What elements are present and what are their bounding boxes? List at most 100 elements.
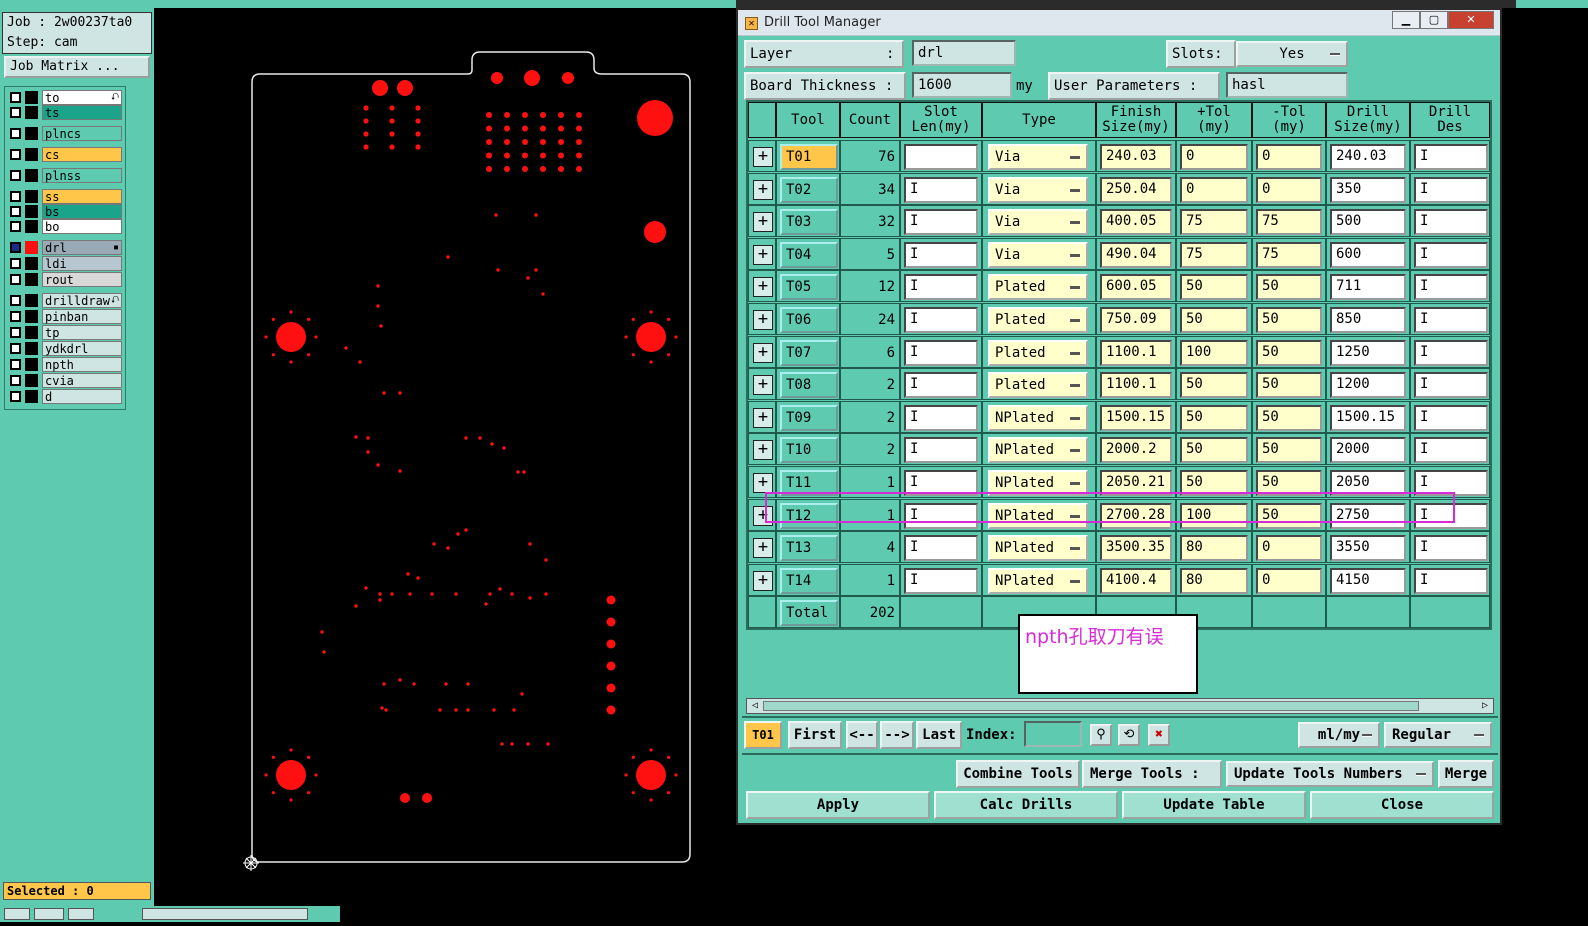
drill-des-input[interactable]: Ι bbox=[1414, 339, 1488, 366]
drill-des-input[interactable]: Ι bbox=[1414, 470, 1488, 496]
drill-des-input[interactable]: Ι bbox=[1414, 209, 1488, 236]
drill-des-input[interactable]: Ι bbox=[1414, 372, 1488, 399]
type-select[interactable]: NPlated bbox=[988, 437, 1088, 464]
drill-size-input[interactable]: 600 bbox=[1330, 241, 1406, 268]
drill-size-input[interactable]: 2050 bbox=[1330, 470, 1406, 496]
layer-checkbox[interactable] bbox=[10, 149, 21, 160]
minus-tol-input[interactable]: 75 bbox=[1256, 209, 1322, 236]
drill-size-input[interactable]: 240.03 bbox=[1330, 144, 1406, 170]
merge-button[interactable]: Merge bbox=[1438, 760, 1494, 788]
bottom-tab-3[interactable] bbox=[68, 908, 94, 920]
minimize-icon[interactable]: ▁ bbox=[1392, 11, 1420, 29]
units-select[interactable]: ml/my bbox=[1298, 722, 1380, 748]
plus-tol-input[interactable]: 75 bbox=[1180, 209, 1248, 236]
slot-length-input[interactable]: Ι bbox=[904, 470, 978, 496]
bottom-tab-1[interactable] bbox=[4, 908, 30, 920]
layer-row[interactable]: bs bbox=[5, 204, 125, 219]
tool-button[interactable]: T03 bbox=[780, 209, 838, 236]
layer-row[interactable]: ts bbox=[5, 105, 125, 120]
layer-row[interactable]: to ⮏ bbox=[5, 90, 125, 105]
minus-tol-input[interactable]: 0 bbox=[1256, 176, 1322, 203]
plus-tol-input[interactable]: 100 bbox=[1180, 502, 1248, 529]
type-select[interactable]: NPlated bbox=[988, 470, 1088, 496]
delete-icon[interactable]: ✖ bbox=[1148, 724, 1170, 746]
horizontal-scrollbar[interactable]: ◁ ▷ bbox=[746, 698, 1494, 714]
type-select[interactable]: NPlated bbox=[988, 502, 1088, 529]
scrollbar-thumb[interactable] bbox=[763, 701, 1419, 711]
tool-button[interactable]: T10 bbox=[780, 437, 838, 464]
layer-checkbox[interactable] bbox=[10, 206, 21, 217]
drill-size-input[interactable]: 4150 bbox=[1330, 567, 1406, 594]
expand-row-icon[interactable]: + bbox=[753, 440, 773, 461]
tool-button[interactable]: T09 bbox=[780, 404, 838, 431]
layer-row[interactable]: plncs bbox=[5, 126, 125, 141]
type-select[interactable]: Via bbox=[988, 209, 1088, 236]
plus-tol-input[interactable]: 50 bbox=[1180, 307, 1248, 333]
layer-row[interactable]: ydkdrl bbox=[5, 341, 125, 356]
type-select[interactable]: NPlated bbox=[988, 535, 1088, 562]
layer-row[interactable]: plnss bbox=[5, 168, 125, 183]
expand-row-icon[interactable]: + bbox=[753, 473, 773, 493]
layer-checkbox[interactable] bbox=[10, 191, 21, 202]
type-select[interactable]: Via bbox=[988, 176, 1088, 203]
update-tools-numbers-select[interactable]: Update Tools Numbers bbox=[1226, 761, 1434, 787]
tool-button[interactable]: T06 bbox=[780, 307, 838, 333]
layer-checkbox[interactable] bbox=[10, 242, 21, 253]
type-select[interactable]: NPlated bbox=[988, 404, 1088, 431]
drill-size-input[interactable]: 711 bbox=[1330, 274, 1406, 301]
plus-tol-input[interactable]: 80 bbox=[1180, 535, 1248, 562]
expand-row-icon[interactable]: + bbox=[753, 342, 773, 363]
expand-row-icon[interactable]: + bbox=[753, 570, 773, 591]
mode-select[interactable]: Regular bbox=[1384, 722, 1492, 748]
minus-tol-input[interactable]: 50 bbox=[1256, 307, 1322, 333]
finish-size-input[interactable]: 2700.28 bbox=[1100, 502, 1172, 529]
expand-row-icon[interactable]: + bbox=[753, 212, 773, 233]
layer-row[interactable]: cs bbox=[5, 147, 125, 162]
layer-row[interactable]: ss bbox=[5, 189, 125, 204]
finish-size-input[interactable]: 1100.1 bbox=[1100, 339, 1172, 366]
slot-length-input[interactable]: Ι bbox=[904, 241, 978, 268]
plus-tol-input[interactable]: 50 bbox=[1180, 437, 1248, 464]
layer-checkbox[interactable] bbox=[10, 359, 21, 370]
refresh-icon[interactable]: ⟲ bbox=[1118, 724, 1140, 746]
close-button[interactable]: Close bbox=[1310, 791, 1494, 819]
finish-size-input[interactable]: 2050.21 bbox=[1100, 470, 1172, 496]
drill-size-input[interactable]: 2750 bbox=[1330, 502, 1406, 529]
bottom-tab-2[interactable] bbox=[34, 908, 64, 920]
layer-checkbox[interactable] bbox=[10, 107, 21, 118]
slot-length-input[interactable]: Ι bbox=[904, 404, 978, 431]
drill-size-input[interactable]: 2000 bbox=[1330, 437, 1406, 464]
expand-row-icon[interactable]: + bbox=[753, 375, 773, 396]
expand-row-icon[interactable]: + bbox=[753, 179, 773, 200]
drill-size-input[interactable]: 1250 bbox=[1330, 339, 1406, 366]
slot-length-input[interactable]: Ι bbox=[904, 307, 978, 333]
layer-checkbox[interactable] bbox=[10, 311, 21, 322]
type-select[interactable]: Plated bbox=[988, 372, 1088, 399]
type-select[interactable]: Via bbox=[988, 241, 1088, 268]
plus-tol-input[interactable]: 75 bbox=[1180, 241, 1248, 268]
index-input[interactable] bbox=[1024, 721, 1082, 747]
drill-des-input[interactable]: Ι bbox=[1414, 241, 1488, 268]
tool-button[interactable]: T07 bbox=[780, 339, 838, 366]
layer-row[interactable]: pinban bbox=[5, 309, 125, 324]
tool-button[interactable]: T11 bbox=[780, 470, 838, 496]
finish-size-input[interactable]: 1500.15 bbox=[1100, 404, 1172, 431]
slot-length-input[interactable]: Ι bbox=[904, 567, 978, 594]
layer-row[interactable]: drilldraw ⮏ bbox=[5, 293, 125, 308]
close-window-icon[interactable]: ✕ bbox=[1448, 11, 1494, 29]
layer-checkbox[interactable] bbox=[10, 258, 21, 269]
minus-tol-input[interactable]: 75 bbox=[1256, 241, 1322, 268]
update-table-button[interactable]: Update Table bbox=[1122, 791, 1306, 819]
type-select[interactable]: Via bbox=[988, 144, 1088, 170]
drill-des-input[interactable]: Ι bbox=[1414, 176, 1488, 203]
finish-size-input[interactable]: 600.05 bbox=[1100, 274, 1172, 301]
maximize-icon[interactable]: ▢ bbox=[1420, 11, 1448, 29]
apply-button[interactable]: Apply bbox=[746, 791, 930, 819]
minus-tol-input[interactable]: 50 bbox=[1256, 404, 1322, 431]
type-select[interactable]: Plated bbox=[988, 274, 1088, 301]
user-parameters-input[interactable]: hasl bbox=[1226, 72, 1348, 98]
drill-size-input[interactable]: 3550 bbox=[1330, 535, 1406, 562]
tool-button[interactable]: T02 bbox=[780, 176, 838, 203]
layer-input[interactable]: drl bbox=[912, 40, 1016, 66]
drill-size-input[interactable]: 350 bbox=[1330, 176, 1406, 203]
